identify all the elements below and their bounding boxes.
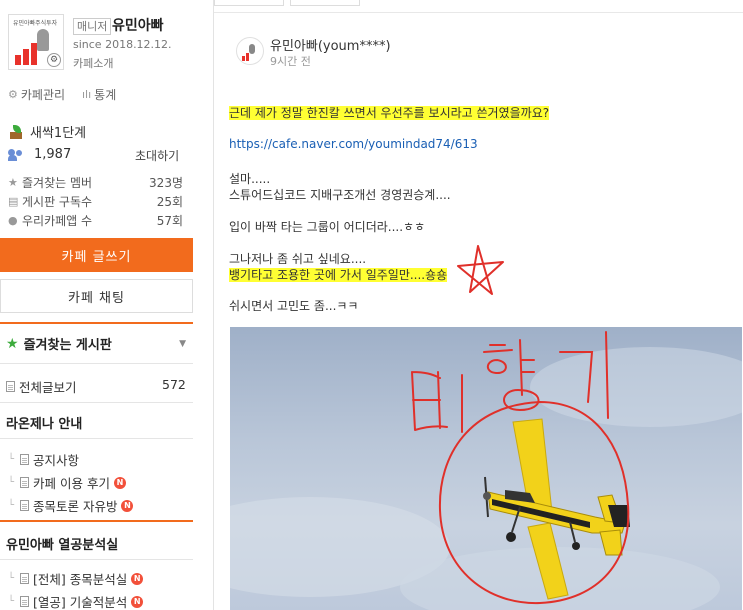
- manager-badge: 매니저: [73, 18, 112, 35]
- caret-down-icon[interactable]: ▼: [179, 339, 186, 349]
- highlighted-text: 뱅기타고 조용한 곳에 가서 일주일만....숑숑: [229, 268, 448, 282]
- board-label: 공지사항: [33, 453, 80, 468]
- divider: [0, 559, 193, 560]
- new-badge: N: [131, 595, 144, 608]
- board-group-title: 유민아빠 열공분석실: [6, 538, 119, 553]
- new-badge: N: [113, 476, 126, 489]
- board-group-title: 라온제나 안내: [6, 417, 83, 432]
- board-label: 카페 이용 후기: [33, 476, 110, 491]
- board-free-talk[interactable]: └ 종목토론 자유방 N: [8, 496, 134, 515]
- bar-chart-icon: ılı: [82, 88, 92, 101]
- stats-link[interactable]: ılı 통계: [82, 86, 116, 103]
- members-icon: [8, 148, 24, 161]
- document-icon: [20, 477, 29, 488]
- post-line: 근데 제가 정말 한진칼 쓰면서 우선주를 보시라고 쓴거였을까요?: [229, 104, 550, 121]
- all-posts-count: 572: [162, 377, 186, 392]
- cafe-manage-link[interactable]: ⚙ 카페관리: [8, 86, 65, 103]
- section-divider: [0, 322, 193, 324]
- post-photo[interactable]: [230, 327, 742, 610]
- board-usage-review[interactable]: └ 카페 이용 후기 N: [8, 473, 126, 492]
- member-count-value: 1,987: [34, 147, 72, 162]
- stat-value: 323명: [149, 176, 183, 190]
- divider: [0, 363, 193, 364]
- post-link[interactable]: https://cafe.naver.com/youmindad74/613: [229, 137, 478, 151]
- airplane-illustration: [230, 347, 742, 610]
- sprout-icon: [8, 124, 24, 139]
- invite-button[interactable]: 초대하기: [135, 147, 179, 164]
- divider: [0, 438, 193, 439]
- member-count[interactable]: 1,987: [8, 147, 71, 162]
- post-line: 그나저나 좀 쉬고 싶네요....: [229, 252, 367, 266]
- document-icon: [20, 573, 29, 584]
- document-icon: [20, 454, 29, 465]
- new-badge: N: [131, 572, 144, 585]
- post-line: 쉬시면서 고민도 좀...ㅋㅋ: [229, 299, 359, 313]
- cafe-chat-button[interactable]: 카페 채팅: [0, 279, 193, 313]
- stat-value: 25회: [156, 195, 183, 209]
- highlighted-text: 근데 제가 정말 한진칼 쓰면서 우선주를 보시라고 쓴거였을까요?: [229, 106, 550, 120]
- logo-bar: [15, 55, 21, 65]
- stat-value: 57회: [156, 214, 183, 228]
- logo-bar: [23, 49, 29, 65]
- post-time: 9시간 전: [270, 55, 311, 68]
- stat-label: 게시판 구독수: [22, 195, 93, 209]
- star-icon: ★: [6, 335, 19, 352]
- board-all-posts[interactable]: 전체글보기: [6, 377, 77, 396]
- member-level: 새싹1단계: [8, 122, 86, 141]
- cafe-intro-link[interactable]: 카페소개: [73, 55, 113, 71]
- post-line: 뱅기타고 조용한 곳에 가서 일주일만....숑숑: [229, 266, 448, 283]
- pin-icon: ●: [8, 214, 18, 227]
- stat-fav-members[interactable]: ★ 즐겨찾는 멤버 323명: [8, 174, 183, 191]
- since-date: since 2018.12.12.: [73, 38, 172, 51]
- logo-figure: [37, 29, 49, 51]
- board-technical-analysis[interactable]: └ [열공] 기술적분석 N: [8, 592, 144, 610]
- cafe-sidebar: 유민아빠주식투자 ⚙ 매니저 유민아빠 since 2018.12.12. 카페…: [0, 0, 193, 610]
- board-label: [전체] 종목분석실: [33, 572, 128, 587]
- stat-label: 우리카페앱 수: [22, 214, 93, 228]
- star-icon: ★: [8, 176, 18, 189]
- stat-label: 즐겨찾는 멤버: [22, 176, 93, 190]
- cafe-owner-name[interactable]: 유민아빠: [112, 15, 164, 35]
- divider: [0, 402, 193, 403]
- logo-text: 유민아빠주식투자: [13, 20, 58, 27]
- document-icon: [6, 381, 15, 392]
- document-icon: ▤: [8, 195, 19, 208]
- section-divider: [0, 520, 193, 522]
- divider: [214, 12, 743, 13]
- cafe-write-button[interactable]: 카페 글쓰기: [0, 238, 193, 272]
- post-area: 유민아빠(youm****) 9시간 전 근데 제가 정말 한진칼 쓰면서 우선…: [213, 0, 743, 610]
- stats-label: 통계: [94, 88, 117, 102]
- author-avatar[interactable]: [236, 37, 264, 65]
- gear-icon: ⚙: [8, 88, 18, 101]
- board-stock-analysis[interactable]: └ [전체] 종목분석실 N: [8, 569, 144, 588]
- gear-icon[interactable]: ⚙: [47, 53, 61, 67]
- board-label: [열공] 기술적분석: [33, 595, 128, 610]
- stat-board-subscriptions[interactable]: ▤ 게시판 구독수 25회: [8, 193, 183, 210]
- cafe-logo[interactable]: 유민아빠주식투자 ⚙: [8, 14, 64, 70]
- board-notice[interactable]: └ 공지사항: [8, 450, 79, 469]
- level-label: 새싹1단계: [30, 126, 87, 141]
- board-label: 전체글보기: [19, 380, 77, 395]
- cafe-manage-label: 카페관리: [20, 88, 66, 102]
- post-line: 설마.....: [229, 172, 271, 186]
- post-line: 입이 바짝 타는 그룹이 어디더라....ㅎㅎ: [229, 220, 426, 234]
- favorite-boards-title: 즐겨찾는 게시판: [23, 338, 112, 353]
- document-icon: [20, 596, 29, 607]
- top-tab[interactable]: [290, 0, 360, 6]
- favorite-boards-header[interactable]: ★ 즐겨찾는 게시판 ▼: [6, 334, 186, 354]
- post-author[interactable]: 유민아빠(youm****): [270, 35, 391, 54]
- top-tab[interactable]: [214, 0, 284, 6]
- new-badge: N: [121, 499, 134, 512]
- document-icon: [20, 500, 29, 511]
- board-label: 종목토론 자유방: [33, 499, 118, 514]
- stat-app-count[interactable]: ● 우리카페앱 수 57회: [8, 212, 183, 229]
- post-line: 스튜어드십코드 지배구조개선 경영권승계....: [229, 188, 451, 202]
